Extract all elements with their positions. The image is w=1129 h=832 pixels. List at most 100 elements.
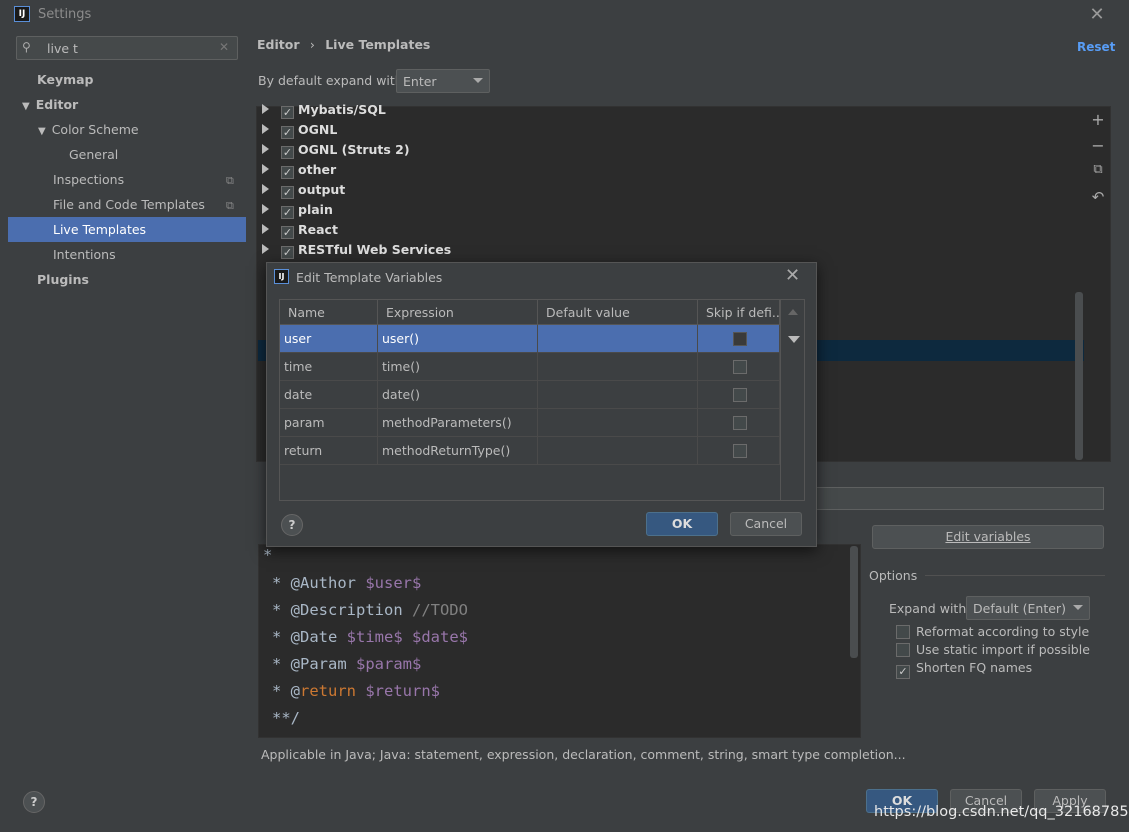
shorten-fq-checkbox[interactable]: ✓ Shorten FQ names xyxy=(896,659,1032,679)
cell-default[interactable] xyxy=(538,353,698,381)
group-row[interactable]: ✓ OGNL (Struts 2) xyxy=(258,140,410,160)
app-icon: IJ xyxy=(274,269,289,284)
checkbox-box[interactable] xyxy=(896,625,910,639)
sidebar-item-keymap[interactable]: Keymap xyxy=(37,67,94,92)
dialog-ok-button[interactable]: OK xyxy=(646,512,718,536)
skip-checkbox[interactable] xyxy=(733,388,747,402)
close-icon[interactable]: ✕ xyxy=(785,265,800,286)
cell-expression[interactable]: methodReturnType() xyxy=(378,437,538,465)
copy-icon[interactable]: ⧉ xyxy=(1086,162,1110,177)
expand-arrow-icon[interactable] xyxy=(262,184,269,194)
cell-expression[interactable]: time() xyxy=(378,353,538,381)
group-checkbox[interactable]: ✓ xyxy=(281,226,294,239)
remove-icon[interactable]: − xyxy=(1086,136,1110,155)
cell-name[interactable]: param xyxy=(280,409,378,437)
sidebar-item-color-scheme[interactable]: ▼ Color Scheme xyxy=(38,117,139,142)
expand-arrow-icon[interactable]: ▼ xyxy=(22,101,30,112)
table-row[interactable]: user user() xyxy=(280,325,780,353)
expand-arrow-icon[interactable] xyxy=(262,104,269,114)
move-down-icon[interactable] xyxy=(788,336,800,343)
checkbox-box[interactable]: ✓ xyxy=(896,665,910,679)
group-checkbox[interactable]: ✓ xyxy=(281,126,294,139)
column-header-name[interactable]: Name xyxy=(280,300,378,325)
skip-checkbox[interactable] xyxy=(733,444,747,458)
group-row[interactable]: ✓ other xyxy=(258,160,336,180)
clear-search-icon[interactable]: ✕ xyxy=(219,40,229,54)
applicable-contexts[interactable]: Applicable in Java; Java: statement, exp… xyxy=(261,747,906,762)
table-row[interactable]: return methodReturnType() xyxy=(280,437,780,465)
column-header-default[interactable]: Default value xyxy=(538,300,698,325)
group-row[interactable]: ✓ plain xyxy=(258,200,333,220)
table-row[interactable]: param methodParameters() xyxy=(280,409,780,437)
expand-with-dropdown[interactable]: Enter xyxy=(396,69,490,93)
add-icon[interactable]: + xyxy=(1086,110,1110,129)
checkbox-box[interactable] xyxy=(896,643,910,657)
group-row[interactable]: ✓ RESTful Web Services xyxy=(258,240,451,260)
dialog-cancel-button[interactable]: Cancel xyxy=(730,512,802,536)
cell-name[interactable]: return xyxy=(280,437,378,465)
cell-name[interactable]: time xyxy=(280,353,378,381)
sidebar-item-intentions[interactable]: Intentions xyxy=(53,242,116,267)
expand-arrow-icon[interactable] xyxy=(262,224,269,234)
edit-template-variables-dialog: IJ Edit Template Variables ✕ Name Expres… xyxy=(266,262,817,547)
group-row[interactable]: ✓ output xyxy=(258,180,345,200)
edit-variables-button[interactable]: Edit variables xyxy=(872,525,1104,549)
close-icon[interactable]: ✕ xyxy=(1088,4,1106,25)
cell-default[interactable] xyxy=(538,381,698,409)
expand-arrow-icon[interactable] xyxy=(262,144,269,154)
project-settings-icon: ⧉ xyxy=(226,174,234,187)
sidebar-item-plugins[interactable]: Plugins xyxy=(37,267,89,292)
cell-expression[interactable]: date() xyxy=(378,381,538,409)
skip-checkbox[interactable] xyxy=(733,332,747,346)
options-divider xyxy=(925,575,1105,576)
cell-default[interactable] xyxy=(538,409,698,437)
column-header-expression[interactable]: Expression xyxy=(378,300,538,325)
expand-arrow-icon[interactable] xyxy=(262,204,269,214)
sidebar-item-label: Color Scheme xyxy=(51,122,139,137)
group-checkbox[interactable]: ✓ xyxy=(281,206,294,219)
group-row[interactable]: ✓ React xyxy=(258,220,338,240)
group-row[interactable]: ✓ OGNL xyxy=(258,120,337,140)
move-up-icon[interactable] xyxy=(788,309,798,315)
skip-checkbox[interactable] xyxy=(733,416,747,430)
expand-arrow-icon[interactable] xyxy=(262,164,269,174)
options-expand-dropdown[interactable]: Default (Enter) xyxy=(966,596,1090,620)
sidebar-item-inspections[interactable]: Inspections xyxy=(53,167,124,192)
reset-link[interactable]: Reset xyxy=(1077,40,1115,54)
search-input[interactable]: ⚲ live t ✕ xyxy=(16,36,238,60)
sidebar-item-live-templates[interactable]: Live Templates xyxy=(53,217,146,242)
skip-checkbox[interactable] xyxy=(733,360,747,374)
help-icon[interactable]: ? xyxy=(281,514,303,536)
sidebar-item-editor[interactable]: ▼ Editor xyxy=(22,92,78,117)
cell-name[interactable]: date xyxy=(280,381,378,409)
sidebar-item-general[interactable]: General xyxy=(69,142,118,167)
dialog-title: Edit Template Variables xyxy=(296,270,443,285)
expand-arrow-icon[interactable]: ▼ xyxy=(38,126,46,137)
cell-expression[interactable]: methodParameters() xyxy=(378,409,538,437)
group-checkbox[interactable]: ✓ xyxy=(281,146,294,159)
cell-expression[interactable]: user() xyxy=(378,325,538,353)
column-header-skip[interactable]: Skip if defi... xyxy=(698,300,780,325)
table-header: Name Expression Default value Skip if de… xyxy=(280,300,780,325)
group-row[interactable]: ✓ Mybatis/SQL xyxy=(258,100,386,120)
sidebar-item-file-code-templates[interactable]: File and Code Templates xyxy=(53,192,205,217)
cell-name[interactable]: user xyxy=(280,325,378,353)
list-scrollbar[interactable] xyxy=(1075,292,1083,460)
group-checkbox[interactable]: ✓ xyxy=(281,106,294,119)
restore-icon[interactable]: ↶ xyxy=(1086,188,1110,206)
help-icon[interactable]: ? xyxy=(23,791,45,813)
group-checkbox[interactable]: ✓ xyxy=(281,166,294,179)
expand-arrow-icon[interactable] xyxy=(262,244,269,254)
group-checkbox[interactable]: ✓ xyxy=(281,246,294,259)
editor-scrollbar[interactable] xyxy=(850,546,858,658)
cell-default[interactable] xyxy=(538,325,698,353)
cell-default[interactable] xyxy=(538,437,698,465)
expand-arrow-icon[interactable] xyxy=(262,124,269,134)
table-row[interactable]: time time() xyxy=(280,353,780,381)
reformat-checkbox[interactable]: Reformat according to style xyxy=(896,623,1089,641)
code-text: * @Param xyxy=(272,655,356,673)
description-field[interactable] xyxy=(816,487,1104,510)
static-import-checkbox[interactable]: Use static import if possible xyxy=(896,641,1090,659)
group-checkbox[interactable]: ✓ xyxy=(281,186,294,199)
table-row[interactable]: date date() xyxy=(280,381,780,409)
